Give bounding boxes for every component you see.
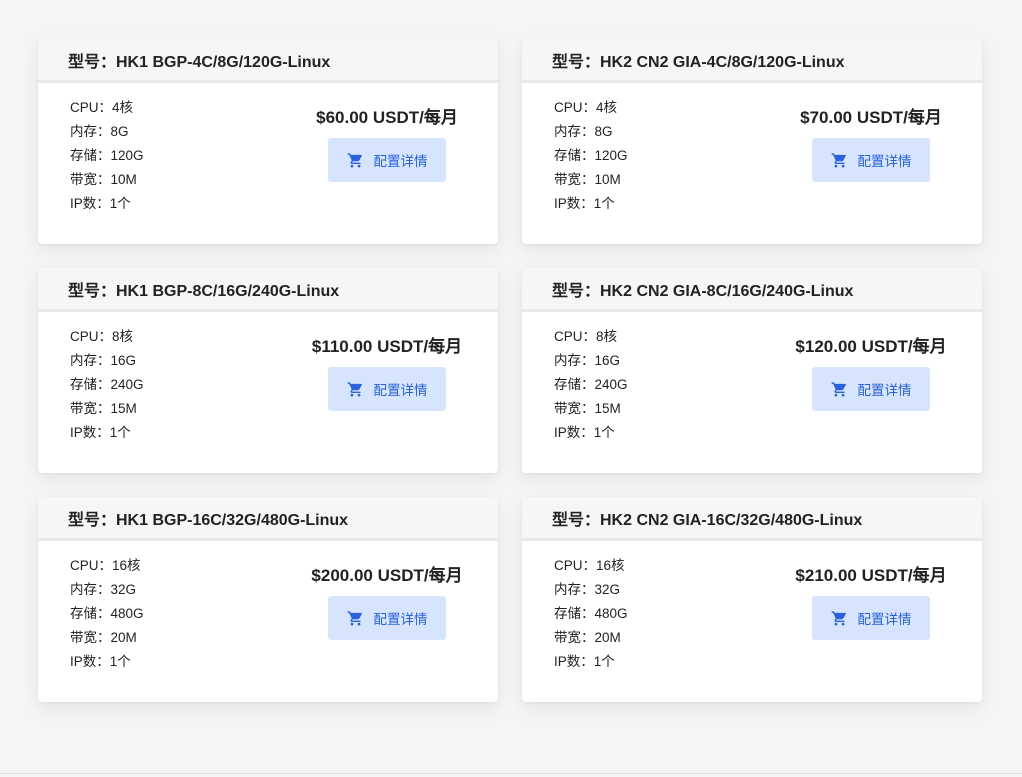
plan-body: CPU：4核 内存：8G 存储：120G 带宽：10M IP数：1个 $70.0… xyxy=(522,83,982,244)
spec-storage: 存储：240G xyxy=(554,377,628,392)
spec-list: CPU：16核 内存：32G 存储：480G 带宽：20M IP数：1个 xyxy=(554,554,628,674)
spec-cpu: CPU：8核 xyxy=(554,329,618,344)
shopping-cart-icon xyxy=(347,610,364,627)
config-details-button[interactable]: 配置详情 xyxy=(812,596,930,640)
spec-cpu: CPU：4核 xyxy=(554,100,618,115)
spec-ip-count: IP数：1个 xyxy=(554,425,615,440)
spec-ip-count: IP数：1个 xyxy=(554,654,615,669)
plan-price: $60.00 USDT/每月 xyxy=(316,108,458,127)
page-divider xyxy=(0,773,1022,774)
config-details-button[interactable]: 配置详情 xyxy=(328,367,446,411)
spec-ip-count: IP数：1个 xyxy=(70,196,131,211)
spec-list: CPU：4核 内存：8G 存储：120G 带宽：10M IP数：1个 xyxy=(70,96,144,216)
shopping-cart-icon xyxy=(347,381,364,398)
spec-memory: 内存：32G xyxy=(70,582,137,597)
plan-title: 型号：HK1 BGP-8C/16G/240G-Linux xyxy=(38,268,498,312)
spec-ip-count: IP数：1个 xyxy=(554,196,615,211)
plan-card: 型号：HK1 BGP-4C/8G/120G-Linux CPU：4核 内存：8G… xyxy=(38,39,498,244)
spec-memory: 内存：8G xyxy=(554,124,613,139)
plan-grid: 型号：HK1 BGP-4C/8G/120G-Linux CPU：4核 内存：8G… xyxy=(38,39,982,702)
spec-list: CPU：8核 内存：16G 存储：240G 带宽：15M IP数：1个 xyxy=(70,325,144,445)
plan-body: CPU：16核 内存：32G 存储：480G 带宽：20M IP数：1个 $21… xyxy=(522,541,982,702)
plan-price: $200.00 USDT/每月 xyxy=(311,566,463,585)
spec-list: CPU：4核 内存：8G 存储：120G 带宽：10M IP数：1个 xyxy=(554,96,628,216)
plan-title: 型号：HK2 CN2 GIA-16C/32G/480G-Linux xyxy=(522,497,982,541)
plan-card: 型号：HK2 CN2 GIA-8C/16G/240G-Linux CPU：8核 … xyxy=(522,268,982,473)
plan-price: $120.00 USDT/每月 xyxy=(795,337,947,356)
config-details-label: 配置详情 xyxy=(373,612,428,627)
spec-storage: 存储：120G xyxy=(70,148,144,163)
plan-body: CPU：8核 内存：16G 存储：240G 带宽：15M IP数：1个 $110… xyxy=(38,312,498,473)
plan-card: 型号：HK1 BGP-16C/32G/480G-Linux CPU：16核 内存… xyxy=(38,497,498,702)
spec-cpu: CPU：4核 xyxy=(70,100,134,115)
spec-storage: 存储：240G xyxy=(70,377,144,392)
config-details-label: 配置详情 xyxy=(373,383,428,398)
spec-bandwidth: 带宽：10M xyxy=(554,172,621,187)
plan-body: CPU：4核 内存：8G 存储：120G 带宽：10M IP数：1个 $60.0… xyxy=(38,83,498,244)
config-details-button[interactable]: 配置详情 xyxy=(812,138,930,182)
spec-cpu: CPU：8核 xyxy=(70,329,134,344)
spec-bandwidth: 带宽：20M xyxy=(554,630,621,645)
shopping-cart-icon xyxy=(831,152,848,169)
plan-card: 型号：HK2 CN2 GIA-16C/32G/480G-Linux CPU：16… xyxy=(522,497,982,702)
spec-cpu: CPU：16核 xyxy=(70,558,141,573)
plan-title: 型号：HK2 CN2 GIA-8C/16G/240G-Linux xyxy=(522,268,982,312)
plan-title: 型号：HK1 BGP-16C/32G/480G-Linux xyxy=(38,497,498,541)
plan-price: $210.00 USDT/每月 xyxy=(795,566,947,585)
spec-memory: 内存：16G xyxy=(554,353,621,368)
pricing-page: 型号：HK1 BGP-4C/8G/120G-Linux CPU：4核 内存：8G… xyxy=(0,0,1022,777)
spec-bandwidth: 带宽：10M xyxy=(70,172,137,187)
config-details-label: 配置详情 xyxy=(857,154,912,169)
spec-memory: 内存：8G xyxy=(70,124,129,139)
spec-cpu: CPU：16核 xyxy=(554,558,625,573)
config-details-label: 配置详情 xyxy=(857,383,912,398)
shopping-cart-icon xyxy=(831,610,848,627)
spec-memory: 内存：32G xyxy=(554,582,621,597)
spec-list: CPU：16核 内存：32G 存储：480G 带宽：20M IP数：1个 xyxy=(70,554,144,674)
spec-storage: 存储：480G xyxy=(554,606,628,621)
config-details-button[interactable]: 配置详情 xyxy=(328,138,446,182)
spec-ip-count: IP数：1个 xyxy=(70,425,131,440)
spec-ip-count: IP数：1个 xyxy=(70,654,131,669)
shopping-cart-icon xyxy=(347,152,364,169)
plan-title: 型号：HK2 CN2 GIA-4C/8G/120G-Linux xyxy=(522,39,982,83)
spec-bandwidth: 带宽：15M xyxy=(70,401,137,416)
spec-storage: 存储：480G xyxy=(70,606,144,621)
spec-list: CPU：8核 内存：16G 存储：240G 带宽：15M IP数：1个 xyxy=(554,325,628,445)
spec-bandwidth: 带宽：15M xyxy=(554,401,621,416)
plan-price: $70.00 USDT/每月 xyxy=(800,108,942,127)
plan-body: CPU：16核 内存：32G 存储：480G 带宽：20M IP数：1个 $20… xyxy=(38,541,498,702)
shopping-cart-icon xyxy=(831,381,848,398)
plan-card: 型号：HK2 CN2 GIA-4C/8G/120G-Linux CPU：4核 内… xyxy=(522,39,982,244)
config-details-button[interactable]: 配置详情 xyxy=(328,596,446,640)
plan-body: CPU：8核 内存：16G 存储：240G 带宽：15M IP数：1个 $120… xyxy=(522,312,982,473)
plan-card: 型号：HK1 BGP-8C/16G/240G-Linux CPU：8核 内存：1… xyxy=(38,268,498,473)
spec-storage: 存储：120G xyxy=(554,148,628,163)
spec-bandwidth: 带宽：20M xyxy=(70,630,137,645)
config-details-button[interactable]: 配置详情 xyxy=(812,367,930,411)
plan-title: 型号：HK1 BGP-4C/8G/120G-Linux xyxy=(38,39,498,83)
config-details-label: 配置详情 xyxy=(857,612,912,627)
config-details-label: 配置详情 xyxy=(373,154,428,169)
spec-memory: 内存：16G xyxy=(70,353,137,368)
plan-price: $110.00 USDT/每月 xyxy=(311,337,463,356)
